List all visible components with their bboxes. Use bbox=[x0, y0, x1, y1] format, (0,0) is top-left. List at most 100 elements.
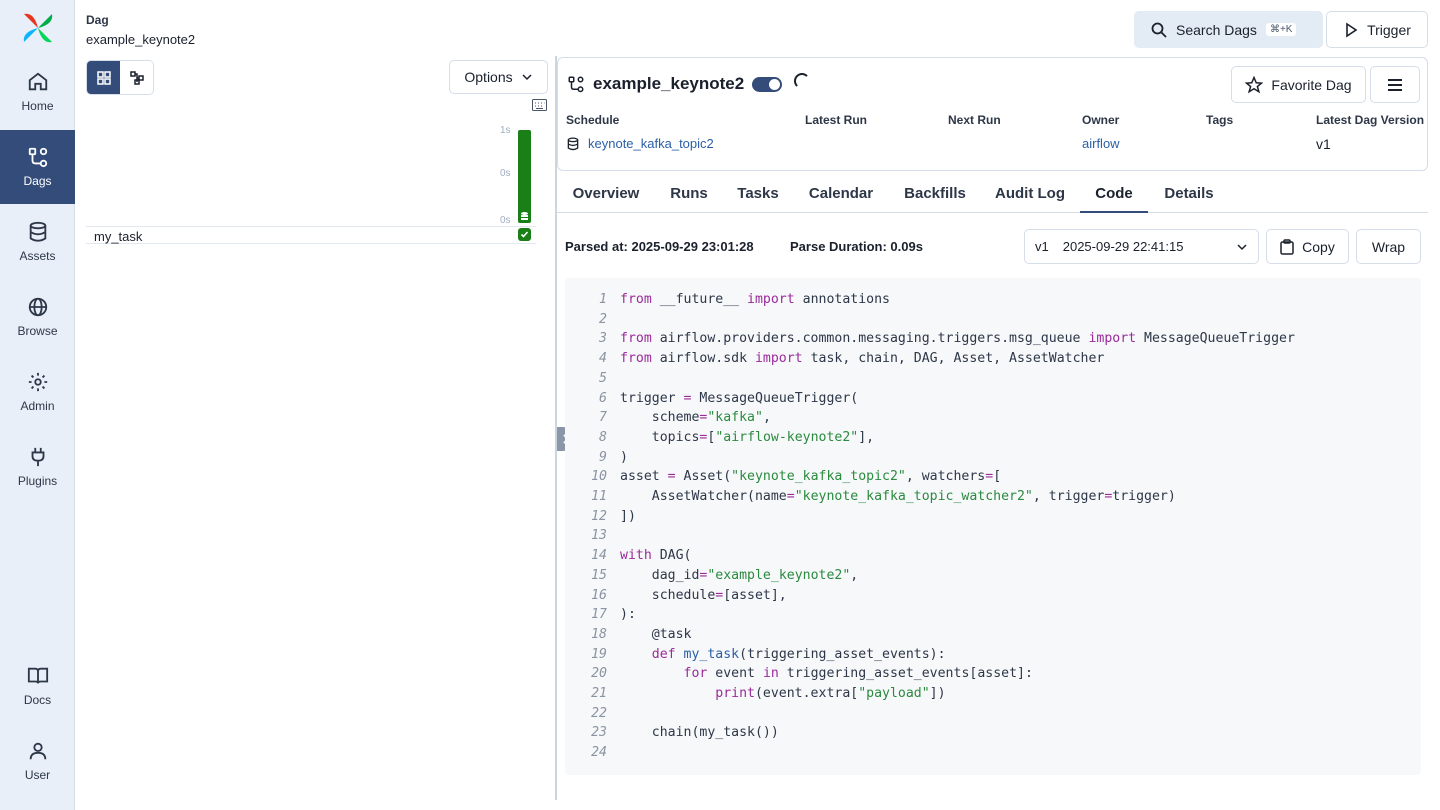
parse-duration: Parse Duration: 0.09s bbox=[790, 239, 923, 254]
code-token: "payload" bbox=[858, 686, 930, 701]
schedule-asset-link[interactable]: keynote_kafka_topic2 bbox=[588, 136, 714, 151]
check-icon bbox=[520, 231, 529, 238]
code-token: = bbox=[786, 489, 795, 504]
owner-link[interactable]: airflow bbox=[1082, 136, 1120, 151]
code-token: ) bbox=[620, 449, 628, 465]
database-icon bbox=[29, 221, 46, 242]
breadcrumb-dag-name[interactable]: example_keynote2 bbox=[86, 32, 195, 47]
dag-menu-button[interactable] bbox=[1370, 66, 1420, 103]
sidebar-item-home[interactable]: Home bbox=[0, 55, 75, 129]
code-token: scheme bbox=[620, 410, 700, 426]
line-number: 24 bbox=[591, 745, 607, 761]
sidebar-item-plugins[interactable]: Plugins bbox=[0, 430, 75, 504]
tab-runs[interactable]: Runs bbox=[661, 175, 717, 213]
duration-tick: 1s bbox=[500, 125, 511, 136]
copy-button[interactable]: Copy bbox=[1266, 229, 1349, 264]
version-value: v1 bbox=[1316, 136, 1331, 152]
dag-tabs: Overview Runs Tasks Calendar Backfills A… bbox=[557, 175, 1428, 213]
code-token: (event.extra[ bbox=[754, 686, 859, 701]
graph-view-button[interactable] bbox=[120, 61, 153, 94]
dag-run-bar[interactable] bbox=[518, 130, 531, 223]
favorite-label: Favorite Dag bbox=[1271, 76, 1352, 93]
grid-view-button[interactable] bbox=[87, 61, 120, 94]
options-label: Options bbox=[464, 69, 513, 85]
line-number: 8 bbox=[599, 429, 607, 445]
wrap-label: Wrap bbox=[1371, 238, 1406, 255]
search-shortcut: ⌘+K bbox=[1265, 23, 1297, 36]
search-dags-button[interactable]: Search Dags ⌘+K bbox=[1134, 11, 1323, 48]
sidebar-item-label: Dags bbox=[23, 174, 52, 188]
task-instance-success[interactable] bbox=[518, 228, 531, 241]
code-text: chain(my_task()) bbox=[620, 723, 779, 743]
graph-icon bbox=[129, 70, 144, 85]
trigger-button[interactable]: Trigger bbox=[1326, 11, 1428, 48]
sidebar-item-label: Admin bbox=[20, 399, 55, 413]
chevron-down-icon bbox=[522, 74, 532, 81]
code-text: with DAG( bbox=[620, 546, 691, 566]
sidebar: Home Dags Assets Browse Admin Plugins Do… bbox=[0, 0, 75, 810]
sidebar-item-docs[interactable]: Docs bbox=[0, 649, 75, 723]
sidebar-item-assets[interactable]: Assets bbox=[0, 205, 75, 279]
tab-backfills[interactable]: Backfills bbox=[895, 175, 975, 213]
code-token: ], bbox=[858, 429, 875, 445]
line-number: 10 bbox=[591, 469, 607, 485]
code-token: trigger) bbox=[1112, 489, 1176, 504]
line-number: 2 bbox=[599, 311, 607, 327]
run-type-icon bbox=[521, 212, 528, 220]
code-token: from bbox=[620, 351, 652, 367]
code-token: "example_keynote2" bbox=[707, 567, 851, 583]
version-select[interactable]: v1 2025-09-29 22:41:15 bbox=[1024, 229, 1259, 264]
keyboard-icon[interactable] bbox=[532, 99, 547, 111]
code-token: dag_id bbox=[620, 567, 700, 583]
tab-calendar[interactable]: Calendar bbox=[799, 175, 883, 213]
wrap-button[interactable]: Wrap bbox=[1356, 229, 1421, 264]
code-token: annotations bbox=[794, 292, 890, 307]
code-text: scheme="kafka", bbox=[620, 408, 771, 428]
tab-code[interactable]: Code bbox=[1080, 175, 1148, 213]
code-token: AssetWatcher(name bbox=[620, 489, 787, 504]
dag-title: example_keynote2 bbox=[593, 74, 745, 93]
tab-audit-log[interactable]: Audit Log bbox=[987, 175, 1073, 213]
sidebar-item-label: Home bbox=[21, 99, 54, 113]
code-token: MessageQueueTrigger( bbox=[691, 390, 859, 406]
tab-overview[interactable]: Overview bbox=[564, 175, 648, 213]
pause-toggle[interactable] bbox=[752, 76, 783, 92]
code-token: from bbox=[620, 292, 652, 307]
code-text: trigger = MessageQueueTrigger( bbox=[620, 389, 858, 409]
code-token: @task bbox=[620, 626, 692, 642]
options-button[interactable]: Options bbox=[449, 60, 548, 94]
task-row[interactable]: my_task bbox=[86, 226, 536, 244]
search-label: Search Dags bbox=[1176, 21, 1257, 38]
duration-tick: 0s bbox=[500, 168, 511, 179]
dag-title-row: example_keynote2 bbox=[567, 73, 811, 94]
code-token: ]) bbox=[929, 686, 946, 701]
globe-icon bbox=[28, 297, 47, 317]
sidebar-item-user[interactable]: User bbox=[0, 724, 75, 798]
version-select-date: 2025-09-29 22:41:15 bbox=[1062, 239, 1184, 254]
code-text: for event in triggering_asset_events[ass… bbox=[620, 664, 1033, 684]
code-token: "keynote_kafka_topic_watcher2" bbox=[794, 489, 1033, 504]
sidebar-item-admin[interactable]: Admin bbox=[0, 355, 75, 429]
app-root: Home Dags Assets Browse Admin Plugins Do… bbox=[0, 0, 1440, 810]
task-name[interactable]: my_task bbox=[94, 229, 142, 244]
tab-tasks[interactable]: Tasks bbox=[729, 175, 787, 213]
favorite-dag-button[interactable]: Favorite Dag bbox=[1231, 66, 1366, 103]
airflow-logo[interactable] bbox=[20, 10, 56, 46]
home-icon bbox=[28, 72, 47, 91]
line-number: 13 bbox=[591, 528, 607, 544]
code-token: , bbox=[762, 410, 771, 426]
code-token: def bbox=[651, 646, 676, 662]
code-viewer[interactable]: 1 from __future__ import annotations 2 3 fro… bbox=[565, 278, 1421, 775]
sidebar-item-browse[interactable]: Browse bbox=[0, 280, 75, 354]
line-number: 12 bbox=[591, 508, 607, 524]
grid-panel: Dag example_keynote2 Options 1s 0s 0s my… bbox=[75, 0, 556, 810]
code-token: chain(my_task()) bbox=[620, 725, 779, 741]
tab-details[interactable]: Details bbox=[1157, 175, 1221, 213]
code-text: ): bbox=[620, 605, 636, 625]
code-text: topics=["airflow-keynote2"], bbox=[620, 428, 874, 448]
database-icon bbox=[567, 137, 579, 150]
code-token: , trigger bbox=[1032, 489, 1105, 504]
sidebar-item-dags[interactable]: Dags bbox=[0, 130, 75, 204]
breadcrumb-label: Dag bbox=[86, 13, 109, 27]
